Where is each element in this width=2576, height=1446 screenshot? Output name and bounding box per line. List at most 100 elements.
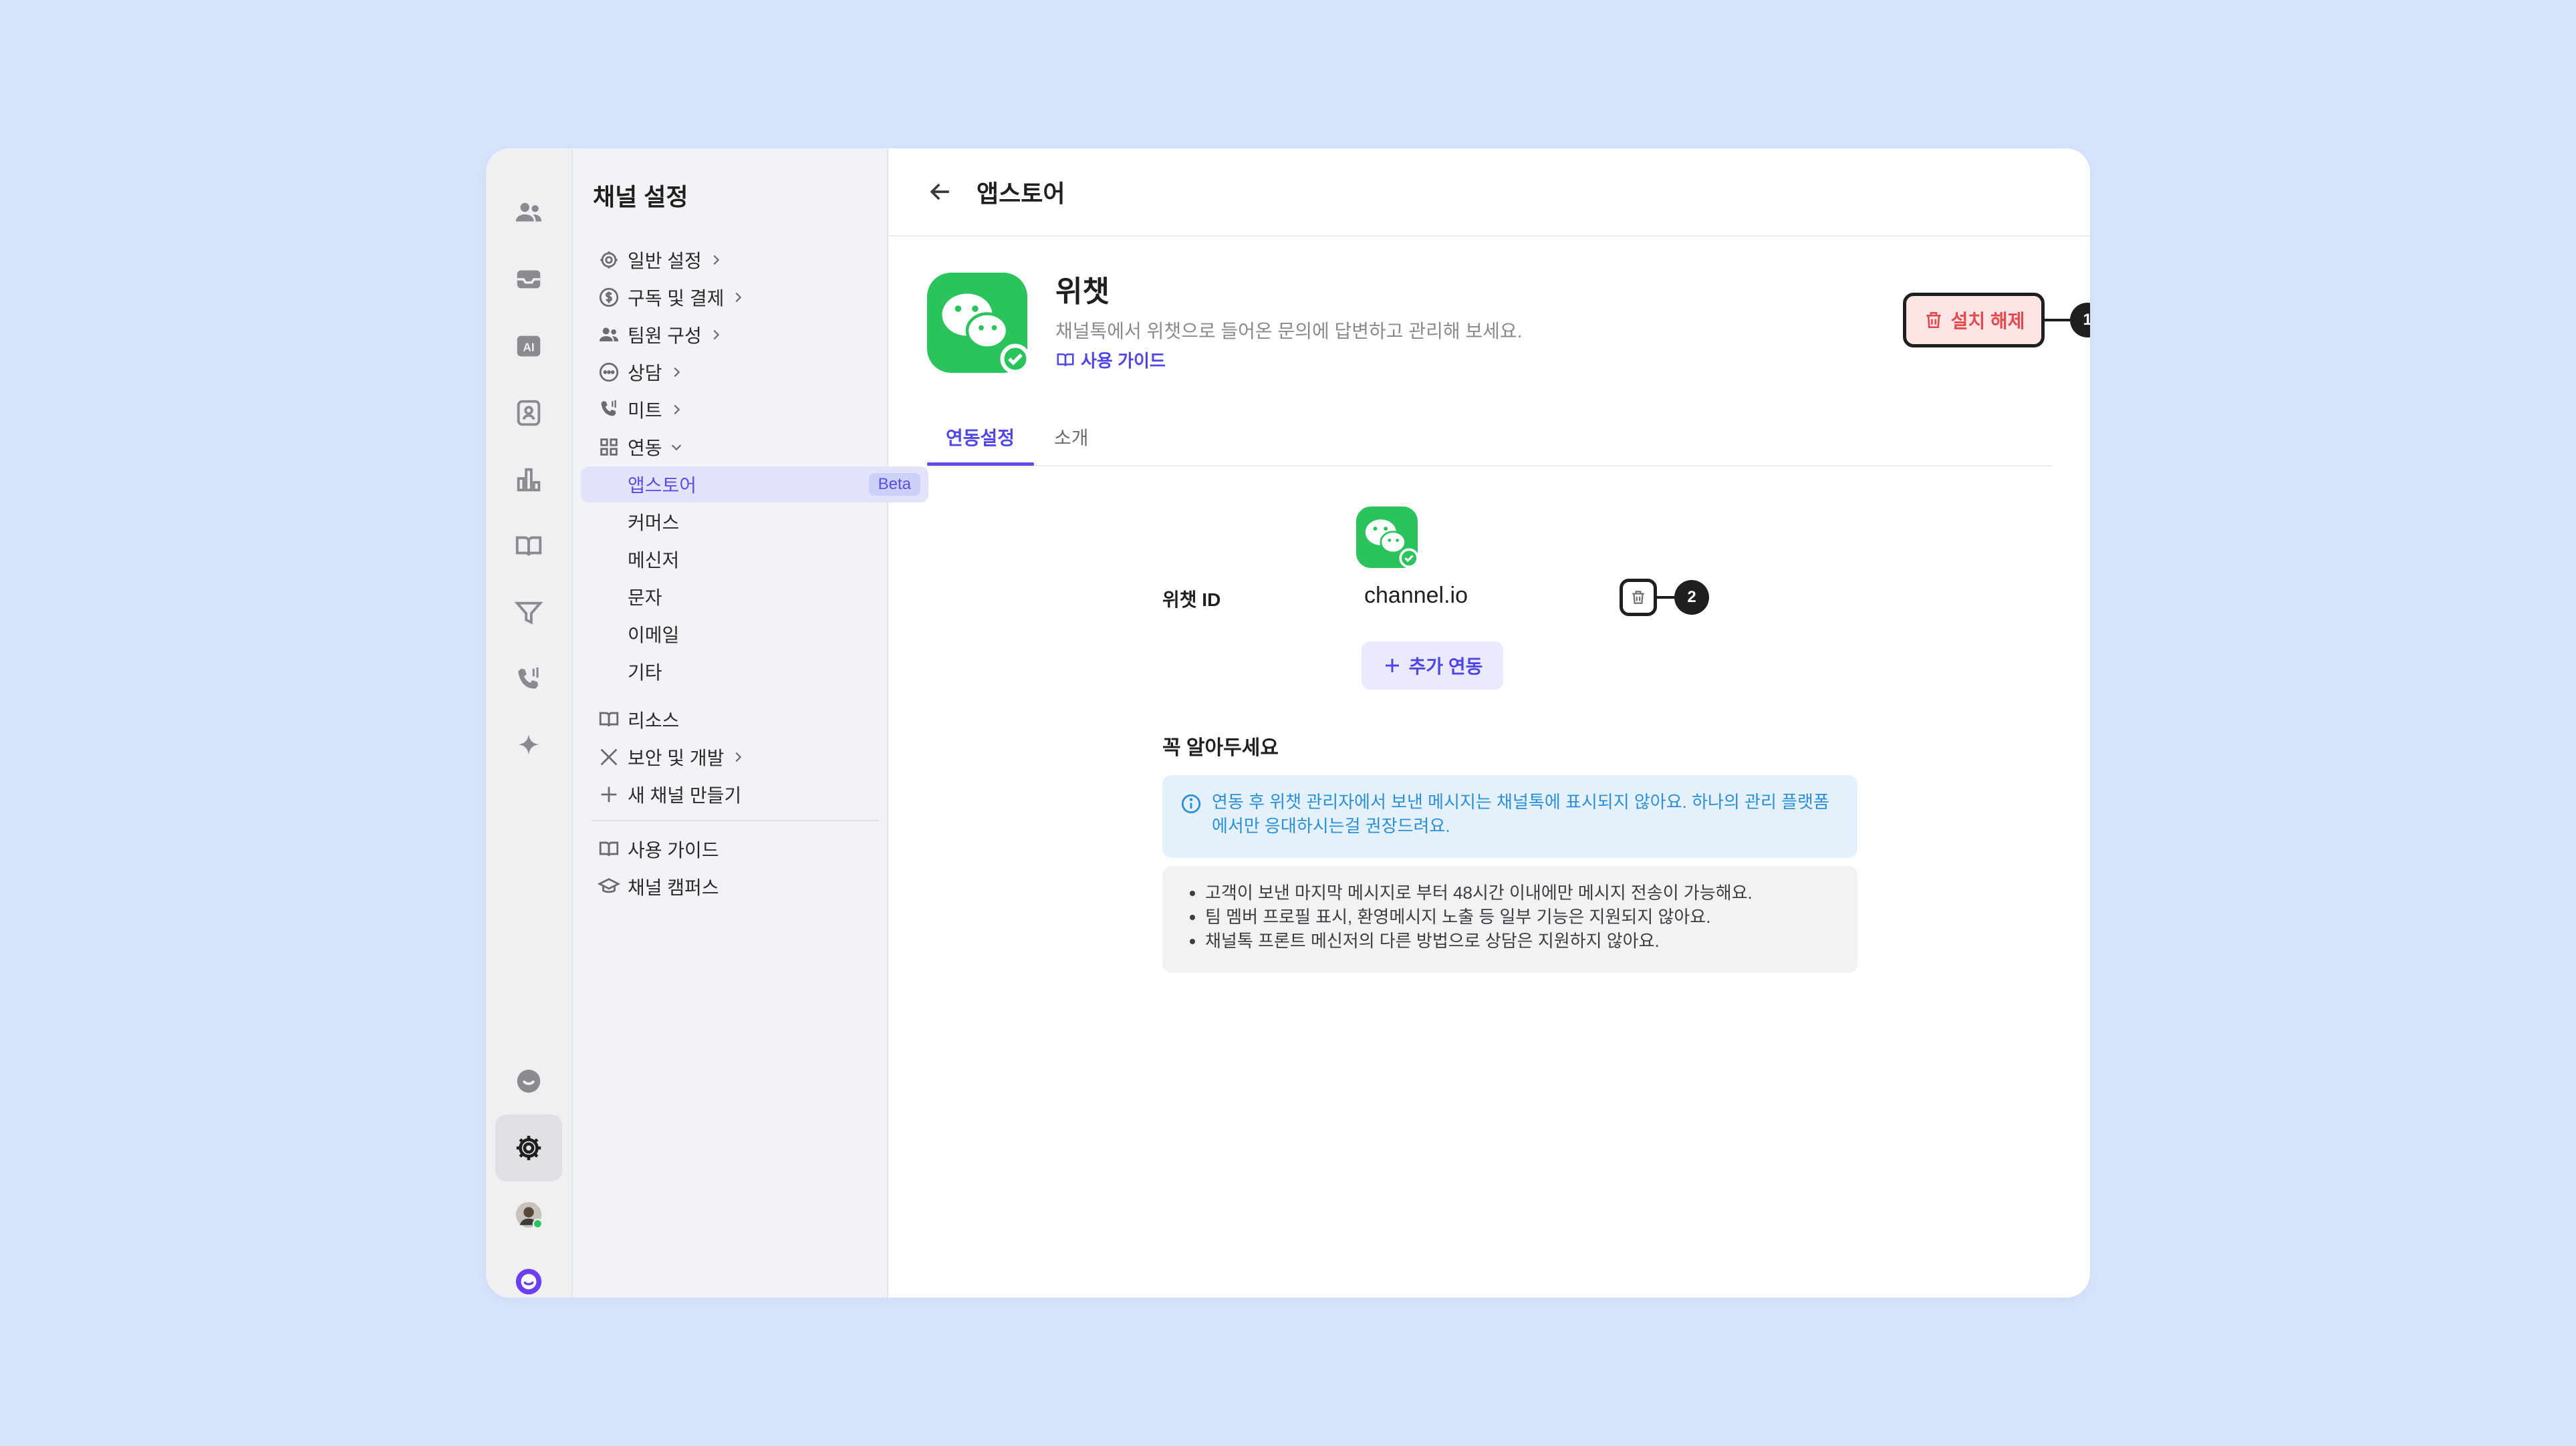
- team-icon: [590, 323, 628, 346]
- statistics-icon[interactable]: [495, 446, 562, 513]
- sidebar-item-label: 문자: [628, 587, 662, 608]
- graduation-cap-icon: [590, 875, 628, 898]
- sidebar-item-label: 리소스: [628, 710, 680, 731]
- header: 앱스토어: [888, 148, 2090, 237]
- gear-icon: [590, 249, 628, 271]
- sidebar-item-label: 구독 및 결제: [628, 288, 725, 309]
- sidebar-item-label: 상담: [628, 363, 662, 384]
- sidebar-item-label: 팀원 구성: [628, 325, 702, 346]
- chat-bubble-icon[interactable]: [495, 1048, 562, 1115]
- add-integration-button[interactable]: 추가 연동: [1362, 641, 1503, 690]
- app-name: 위챗: [1055, 275, 1110, 308]
- chevron-right-icon: [735, 292, 742, 303]
- sidebar-item-label: 메신저: [628, 550, 680, 571]
- list-item: 채널톡 프론트 메신저의 다른 방법으로 상담은 지원하지 않아요.: [1205, 929, 1837, 953]
- back-arrow-icon[interactable]: [926, 177, 955, 206]
- sidebar-item-label: 앱스토어: [628, 475, 697, 496]
- ai-icon[interactable]: AI: [495, 313, 562, 380]
- list-item: 고객이 보낸 마지막 메시지로 부터 48시간 이내에만 메시지 전송이 가능해…: [1205, 881, 1837, 905]
- settings-sidebar: 채널 설정 일반 설정 구독 및 결제 팀원 구성 상담 미트 연동 앱스토어 …: [573, 148, 928, 1298]
- callout-badge: 2: [1674, 580, 1709, 615]
- plus-icon: [1385, 659, 1399, 672]
- sidebar-item-etc[interactable]: 기타: [581, 654, 928, 690]
- contacts-icon[interactable]: [495, 380, 562, 446]
- uninstall-label: 설치 해제: [1950, 311, 2025, 331]
- sidebar-item-label: 새 채널 만들기: [628, 785, 742, 806]
- sidebar-item-sms[interactable]: 문자: [581, 579, 928, 615]
- notice-list: 고객이 보낸 마지막 메시지로 부터 48시간 이내에만 메시지 전송이 가능해…: [1162, 866, 1857, 973]
- phone-icon: [590, 398, 628, 421]
- wechat-id-label: 위챗 ID: [1162, 589, 1221, 610]
- wechat-id-value: channel.io: [1364, 583, 1468, 608]
- campaign-icon[interactable]: [495, 580, 562, 647]
- tab-integration-settings[interactable]: 연동설정: [946, 424, 1015, 450]
- svg-text:AI: AI: [523, 341, 534, 354]
- page-title: 앱스토어: [977, 180, 1065, 207]
- sidebar-item-appstore[interactable]: 앱스토어 Beta: [581, 466, 928, 502]
- info-icon: [1181, 794, 1201, 814]
- sidebar-item-email[interactable]: 이메일: [581, 616, 928, 652]
- sidebar-item-general[interactable]: 일반 설정: [581, 242, 882, 278]
- wechat-logo-icon: [927, 273, 1027, 373]
- chevron-right-icon: [713, 329, 720, 340]
- delete-integration-button[interactable]: [1620, 579, 1657, 616]
- list-item: 팀 멤버 프로필 표시, 환영메시지 노출 등 일부 기능은 지원되지 않아요.: [1205, 905, 1837, 929]
- sidebar-item-commerce[interactable]: 커머스: [581, 504, 928, 540]
- sidebar-item-label: 기타: [628, 662, 662, 683]
- sidebar-item-label: 커머스: [628, 513, 680, 533]
- sparkle-icon[interactable]: [495, 714, 562, 780]
- sidebar-item-label: 채널 캠퍼스: [628, 877, 719, 898]
- chevron-right-icon: [735, 752, 742, 762]
- app-description: 채널톡에서 위챗으로 들어온 문의에 답변하고 관리해 보세요.: [1055, 321, 1523, 341]
- trash-icon: [1632, 591, 1644, 604]
- team-chat-icon[interactable]: [495, 179, 562, 246]
- guide-link[interactable]: 사용 가이드: [1055, 347, 1166, 372]
- trash-icon: [1926, 312, 1941, 328]
- sidebar-item-messenger[interactable]: 메신저: [581, 541, 928, 577]
- sidebar-item-label: 사용 가이드: [628, 840, 719, 861]
- wechat-logo-icon: [1356, 507, 1418, 568]
- chevron-down-icon: [671, 444, 681, 451]
- info-text: 연동 후 위챗 관리자에서 보낸 메시지는 채널톡에 표시되지 않아요. 하나의…: [1212, 792, 1829, 836]
- sidebar-item-billing[interactable]: 구독 및 결제: [581, 279, 882, 315]
- document-icon[interactable]: [495, 513, 562, 580]
- sidebar-item-resources[interactable]: 리소스: [581, 702, 882, 738]
- info-callout: 연동 후 위챗 관리자에서 보낸 메시지는 채널톡에 표시되지 않아요. 하나의…: [1162, 775, 1857, 858]
- sidebar-divider: [592, 820, 879, 821]
- book-icon: [590, 838, 628, 861]
- chevron-right-icon: [674, 367, 680, 378]
- sidebar-item-meet[interactable]: 미트: [581, 392, 882, 428]
- tools-icon: [590, 746, 628, 768]
- avatar[interactable]: [495, 1181, 562, 1248]
- app-window: AI 채널 설정 일반 설정 구독 및 결제 팀원 구성 상담 미트 연동 앱스…: [486, 148, 2090, 1298]
- sidebar-item-label: 일반 설정: [628, 251, 702, 271]
- main-content: 앱스토어 위챗 채널톡에서 위챗으로 들어온 문의에 답변하고 관리해 보세요.…: [888, 148, 2090, 1298]
- callout-badge: 1: [2070, 303, 2090, 337]
- inbox-icon[interactable]: [495, 246, 562, 313]
- sidebar-item-consult[interactable]: 상담: [581, 354, 882, 390]
- grid-icon: [590, 436, 628, 458]
- uninstall-button[interactable]: 설치 해제: [1903, 293, 2045, 347]
- phone-icon[interactable]: [495, 647, 562, 714]
- book-icon: [590, 708, 628, 731]
- sidebar-item-integration[interactable]: 연동: [581, 429, 882, 465]
- sidebar-item-guide[interactable]: 사용 가이드: [581, 831, 882, 867]
- chevron-right-icon: [713, 255, 720, 265]
- chat-dots-icon: [590, 361, 628, 384]
- active-tab-indicator: [927, 462, 1034, 466]
- settings-gear-icon[interactable]: [495, 1115, 562, 1181]
- sidebar-item-team[interactable]: 팀원 구성: [581, 317, 882, 353]
- dollar-icon: [590, 286, 628, 309]
- sidebar-item-label: 미트: [628, 400, 662, 421]
- sidebar-item-security[interactable]: 보안 및 개발: [581, 739, 882, 775]
- sidebar-title: 채널 설정: [593, 183, 688, 210]
- tab-introduction[interactable]: 소개: [1054, 424, 1089, 450]
- sidebar-item-label: 이메일: [628, 625, 680, 645]
- chevron-right-icon: [674, 404, 680, 415]
- sidebar-item-new-channel[interactable]: 새 채널 만들기: [581, 776, 882, 813]
- guide-label: 사용 가이드: [1081, 351, 1166, 371]
- channel-logo-icon[interactable]: [495, 1248, 562, 1298]
- sidebar-item-campus[interactable]: 채널 캠퍼스: [581, 869, 882, 905]
- tab-divider: [927, 465, 2053, 466]
- sidebar-item-label: 보안 및 개발: [628, 748, 725, 768]
